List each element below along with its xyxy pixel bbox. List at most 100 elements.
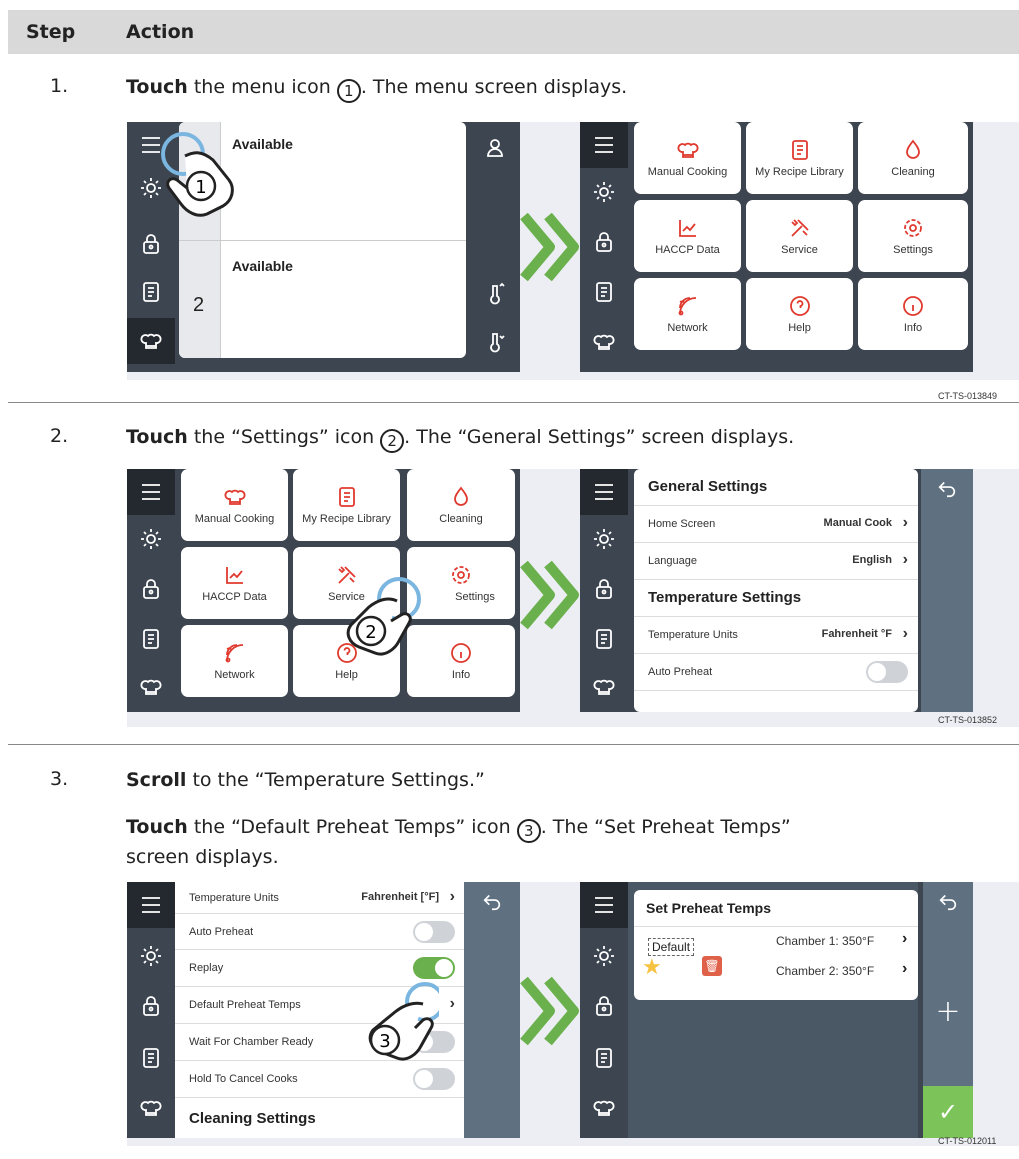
tile-manual-cooking[interactable]: Manual Cooking — [634, 122, 741, 194]
chevron-right-icon: › — [902, 930, 908, 947]
auto-preheat-toggle[interactable] — [866, 661, 908, 683]
tile-help[interactable]: Help — [746, 278, 853, 350]
step-3-text-b: Touch the “Default Preheat Temps” icon 3… — [126, 812, 791, 843]
tile-network[interactable]: Network — [634, 278, 741, 350]
general-settings-title: General Settings — [648, 478, 768, 495]
tile-settings[interactable]: Settings — [858, 200, 968, 272]
lock-icon[interactable] — [590, 228, 618, 256]
menu-icon[interactable] — [580, 882, 628, 928]
svg-text:1: 1 — [195, 177, 206, 198]
step-3-number: 3. — [50, 768, 69, 790]
tile-haccp[interactable]: HACCP Data — [634, 200, 741, 272]
home-screen: Available Available 2 1 — [127, 122, 520, 372]
cooking-icon[interactable] — [590, 673, 618, 701]
cooking-icon[interactable] — [127, 318, 175, 364]
lock-icon[interactable] — [137, 230, 165, 258]
home-screen-row[interactable]: Home Screen Manual Cook › — [634, 506, 918, 543]
language-row[interactable]: Language English › — [634, 543, 918, 580]
plus-icon[interactable]: + — [923, 994, 973, 1029]
menu-screen: Manual Cooking My Recipe Library Cleanin… — [580, 122, 973, 372]
temperature-settings-screen: Temperature Units Fahrenheit [°F] › Auto P… — [127, 882, 520, 1138]
menu-icon[interactable] — [580, 469, 628, 515]
recipe-icon[interactable] — [590, 1044, 618, 1072]
pointing-hand-icon: 1 — [161, 132, 234, 217]
light-icon[interactable] — [590, 178, 618, 206]
back-icon[interactable] — [936, 477, 958, 499]
step-2-text: Touch the “Settings” icon 2. The “Genera… — [126, 422, 794, 453]
arrow-icon — [520, 212, 580, 282]
step-1-number: 1. — [50, 75, 69, 97]
set-preheat-screen: Set Preheat Temps Default ★ 🗑 Chamber 1:… — [580, 882, 973, 1138]
tile-cleaning[interactable]: Cleaning — [858, 122, 968, 194]
lock-icon[interactable] — [590, 992, 618, 1020]
tile-info[interactable]: Info — [858, 278, 968, 350]
back-icon[interactable] — [937, 890, 959, 912]
header-step: Step — [26, 21, 76, 43]
tile-settings[interactable]: Settings — [407, 547, 515, 619]
menu-icon[interactable] — [580, 122, 628, 168]
pointing-hand-icon: 2 — [346, 577, 421, 656]
arrow-icon — [520, 976, 580, 1046]
temp-up-icon[interactable] — [481, 280, 509, 308]
recipe-icon[interactable] — [590, 278, 618, 306]
recipe-icon[interactable] — [137, 1044, 165, 1072]
menu-screen-2: Manual Cooking My Recipe Library Cleanin… — [127, 469, 520, 712]
replay-toggle[interactable] — [413, 957, 455, 979]
figure-code: CT-TS-013849 — [938, 391, 998, 401]
auto-preheat-row: Auto Preheat — [634, 654, 918, 691]
tile-recipe-library[interactable]: My Recipe Library — [293, 469, 400, 541]
tile-service[interactable]: Service — [746, 200, 853, 272]
tile-info[interactable]: Info — [407, 625, 515, 697]
cooking-icon[interactable] — [137, 673, 165, 701]
step-3-text-a: Scroll to the “Temperature Settings.” — [126, 769, 485, 791]
tile-haccp[interactable]: HACCP Data — [181, 547, 288, 619]
step-2-number: 2. — [50, 425, 69, 447]
temperature-settings-title: Temperature Settings — [648, 589, 802, 606]
callout-3: 3 — [516, 819, 541, 843]
tile-network[interactable]: Network — [181, 625, 288, 697]
general-settings-screen: General Settings Home Screen Manual Cook ›… — [580, 469, 973, 712]
menu-icon[interactable] — [127, 469, 175, 515]
light-icon[interactable] — [137, 525, 165, 553]
row-divider — [8, 402, 1019, 403]
lock-icon[interactable] — [590, 575, 618, 603]
light-icon[interactable] — [590, 942, 618, 970]
svg-text:3: 3 — [379, 1031, 390, 1052]
svg-text:2: 2 — [365, 622, 376, 643]
figure-code: CT-TS-012011 — [938, 1136, 997, 1146]
tile-manual-cooking[interactable]: Manual Cooking — [181, 469, 288, 541]
light-icon[interactable] — [137, 942, 165, 970]
tile-recipe-library[interactable]: My Recipe Library — [746, 122, 853, 194]
temperature-units-row[interactable]: Temperature Units Fahrenheit °F › — [634, 617, 918, 654]
tile-cleaning[interactable]: Cleaning — [407, 469, 515, 541]
user-icon[interactable] — [481, 134, 509, 162]
back-icon[interactable] — [481, 890, 503, 912]
cooking-icon[interactable] — [137, 1094, 165, 1122]
recipe-icon[interactable] — [590, 625, 618, 653]
lock-icon[interactable] — [137, 992, 165, 1020]
check-icon[interactable]: ✓ — [923, 1086, 973, 1138]
set-preheat-title: Set Preheat Temps — [646, 900, 772, 916]
auto-preheat-toggle[interactable] — [413, 921, 455, 943]
temp-down-icon[interactable] — [481, 328, 509, 356]
light-icon[interactable] — [590, 525, 618, 553]
chamber-2-temp[interactable]: Chamber 2: 350°F — [776, 964, 874, 978]
star-icon: ★ — [642, 954, 662, 979]
callout-1: 1 — [336, 79, 361, 103]
header-action: Action — [126, 21, 195, 43]
cooking-icon[interactable] — [590, 1094, 618, 1122]
lock-icon[interactable] — [137, 575, 165, 603]
cleaning-settings-title: Cleaning Settings — [189, 1110, 316, 1127]
callout-2: 2 — [380, 429, 405, 453]
step-1-text: Touch the menu icon 1. The menu screen d… — [126, 72, 627, 103]
trash-icon[interactable]: 🗑 — [702, 956, 722, 976]
row-divider — [8, 744, 1019, 745]
chamber-2-status: Available — [232, 258, 293, 274]
recipe-icon[interactable] — [137, 625, 165, 653]
chamber-1-temp[interactable]: Chamber 1: 350°F — [776, 934, 874, 948]
chamber-2-number: 2 — [193, 294, 205, 316]
figure-code: CT-TS-013852 — [938, 715, 998, 725]
cooking-icon[interactable] — [590, 328, 618, 356]
recipe-icon[interactable] — [137, 278, 165, 306]
menu-icon[interactable] — [127, 882, 175, 928]
